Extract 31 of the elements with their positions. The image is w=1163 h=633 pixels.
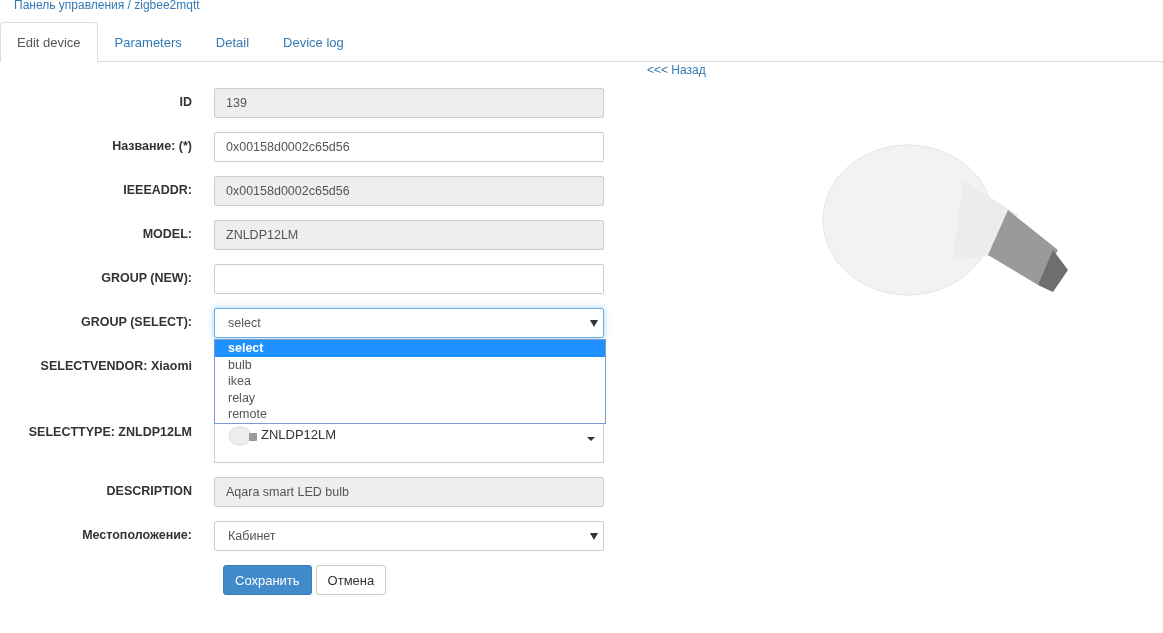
tab[interactable]: Edit device <box>0 22 98 62</box>
field-label: Название: (*) <box>111 138 192 153</box>
input-field[interactable]: 0x00158d0002c65d56 <box>214 132 604 162</box>
field-label: SELECTTYPE: ZNLDP12LM <box>27 424 192 439</box>
field-label: GROUP (NEW): <box>100 270 192 285</box>
dropdown-option[interactable]: bulb <box>215 356 605 373</box>
readonly-field[interactable]: ZNLDP12LM <box>214 220 604 250</box>
select-dropdown[interactable]: Кабинет <box>214 521 604 551</box>
tab[interactable]: Parameters <box>97 22 199 62</box>
tab[interactable]: Detail <box>198 22 267 62</box>
field-label: IEEEADDR: <box>122 182 192 197</box>
field-label: MODEL: <box>141 226 192 241</box>
readonly-field[interactable]: 0x00158d0002c65d56 <box>214 176 604 206</box>
select-dropdown[interactable]: select <box>214 308 604 338</box>
tab[interactable]: Device log <box>266 22 361 62</box>
field-label: GROUP (SELECT): <box>80 314 192 329</box>
dropdown-arrow-icon <box>590 319 598 327</box>
back-link[interactable]: <<< Назад <box>620 63 706 77</box>
dropdown-option[interactable]: relay <box>215 389 605 406</box>
readonly-field[interactable]: 139 <box>214 88 604 118</box>
readonly-field[interactable]: Aqara smart LED bulb <box>214 477 604 507</box>
input-field[interactable] <box>214 264 604 294</box>
field-label: SELECTVENDOR: Xiaomi <box>39 358 192 373</box>
save-button[interactable]: Сохранить <box>223 565 312 595</box>
dropdown-option[interactable]: ikea <box>215 373 605 390</box>
cancel-button[interactable]: Отмена <box>315 565 387 595</box>
field-label: ID <box>178 94 192 109</box>
dropdown-arrow-icon <box>590 532 598 540</box>
breadcrumb-link[interactable]: Панель управления / zigbee2mqtt <box>14 0 200 10</box>
field-label: DESCRIPTION <box>105 483 192 498</box>
field-label: Местоположение: <box>81 527 192 542</box>
